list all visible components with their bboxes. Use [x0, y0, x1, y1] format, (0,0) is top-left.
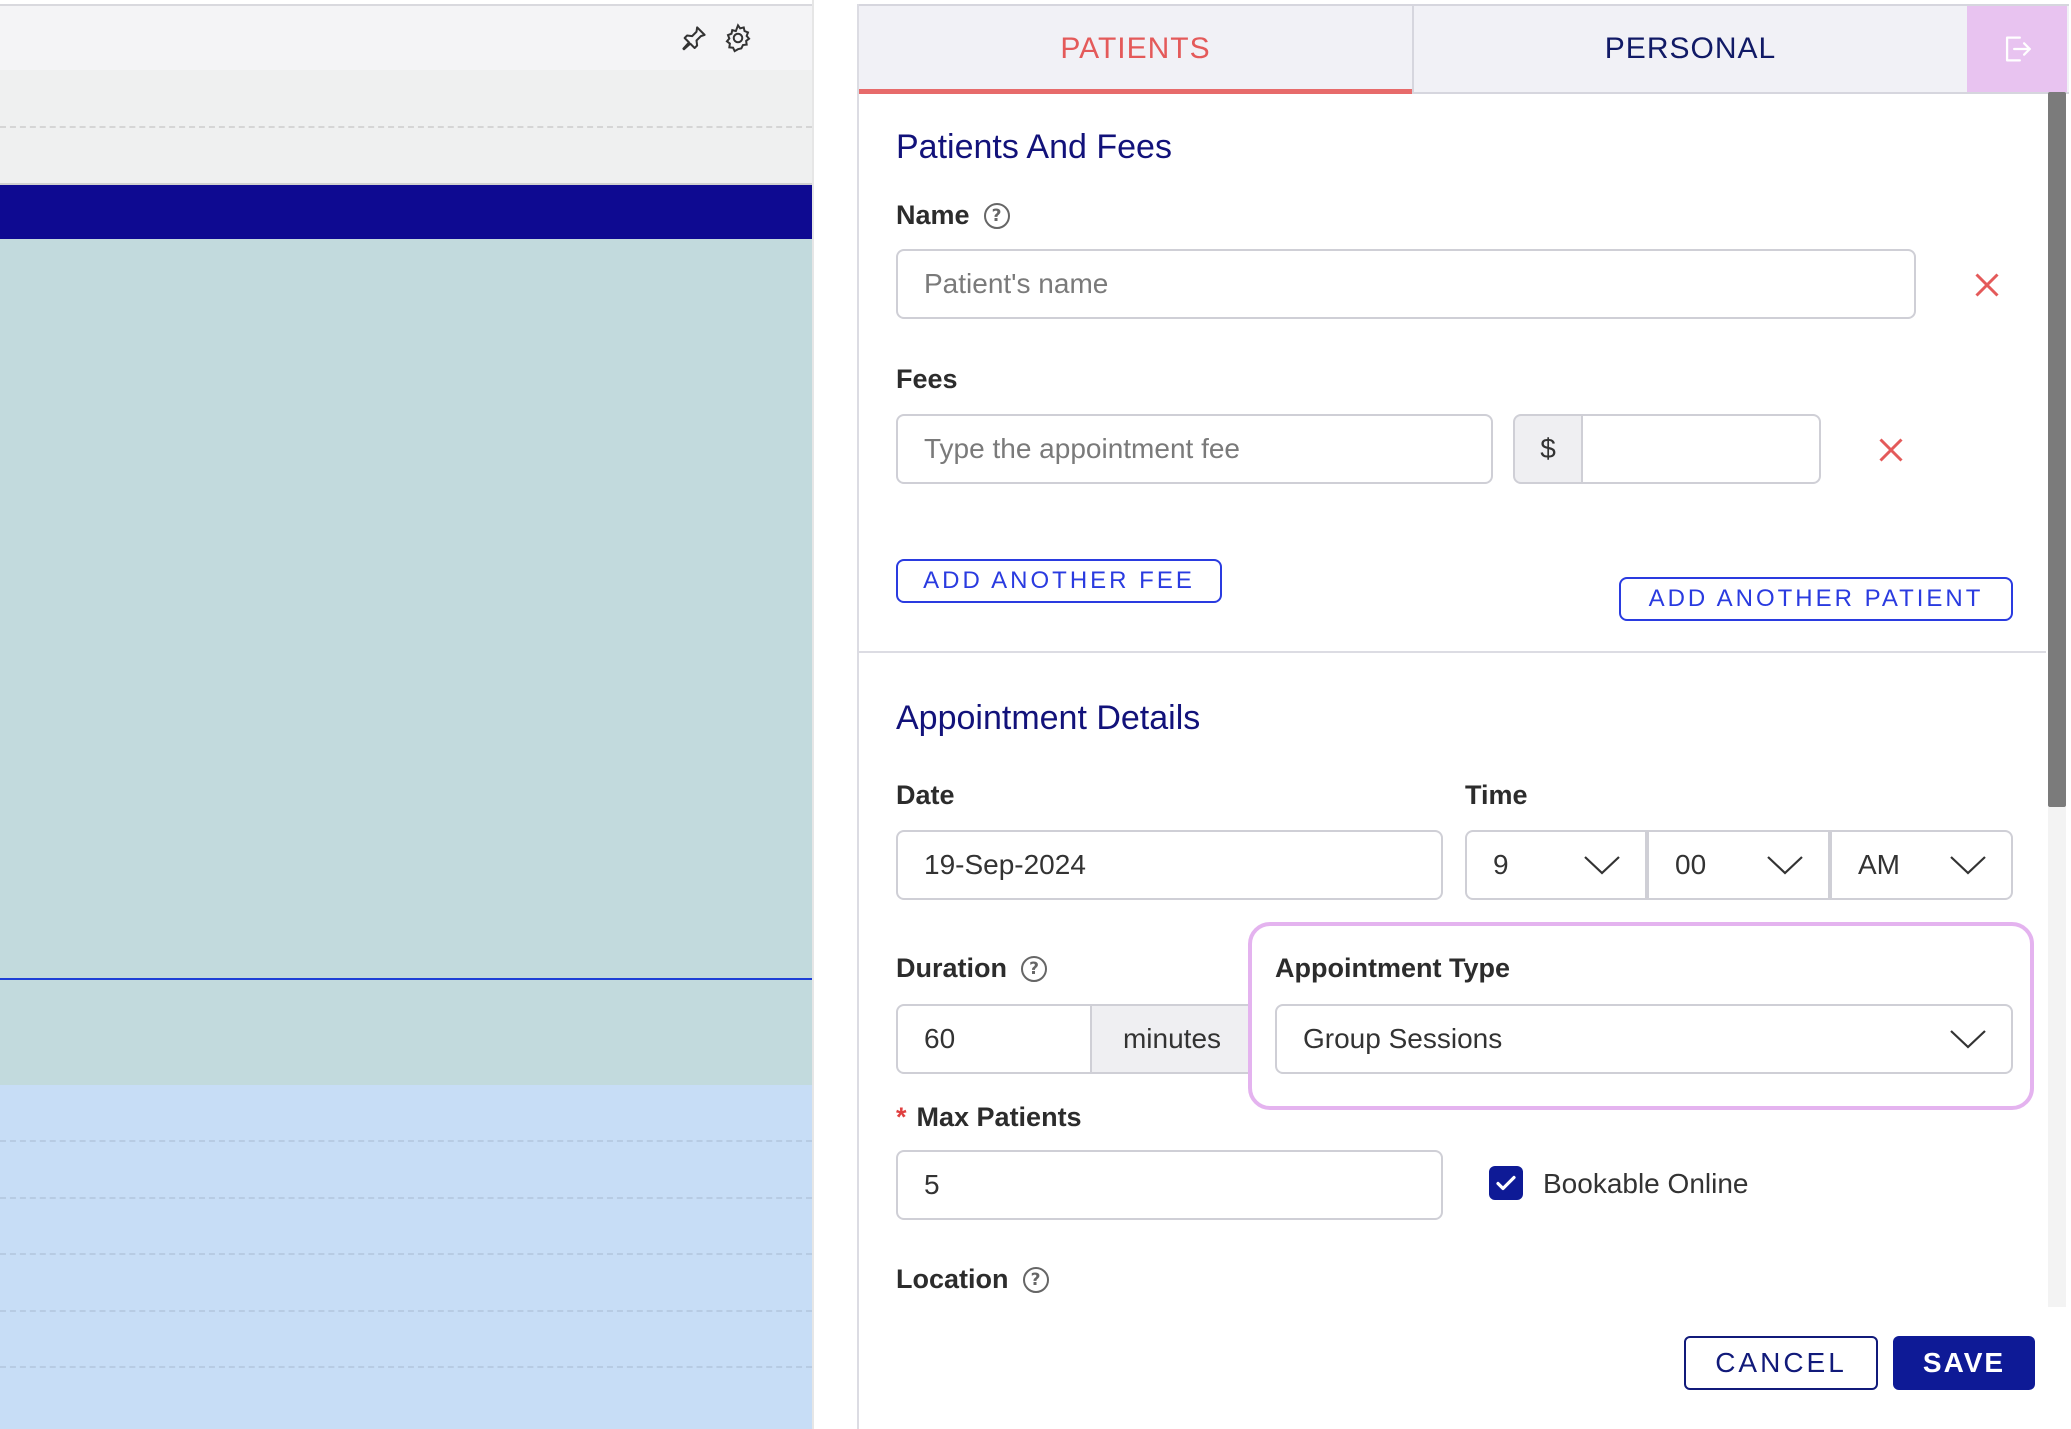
help-circle-icon[interactable]: ? — [983, 202, 1010, 229]
fee-description-input[interactable] — [896, 414, 1493, 484]
appointment-type-select[interactable]: Group Sessions — [1275, 1004, 2013, 1074]
chevron-down-icon — [1767, 856, 1803, 875]
duration-unit-addon: minutes — [1090, 1004, 1252, 1074]
pin-icon[interactable] — [676, 20, 712, 56]
close-icon[interactable] — [1969, 267, 2005, 303]
appointment-panel: PATIENTS PERSONAL Patients And Fees Name… — [857, 4, 2069, 1429]
time-slot-divider — [0, 1310, 812, 1312]
gear-icon[interactable] — [720, 20, 756, 56]
date-label: Date — [896, 780, 955, 810]
minute-value: 00 — [1675, 849, 1707, 880]
calendar-header-row — [0, 128, 812, 185]
tab-patients[interactable]: PATIENTS — [859, 6, 1414, 94]
hour-select[interactable]: 9 — [1465, 830, 1647, 900]
fee-amount-input[interactable] — [1581, 414, 1821, 484]
max-patients-input[interactable] — [896, 1150, 1443, 1220]
appointment-section-title: Appointment Details — [896, 699, 1201, 737]
calendar-busy-block[interactable] — [0, 239, 812, 1085]
appointment-type-label: Appointment Type — [1275, 953, 1510, 983]
duration-input[interactable] — [896, 1004, 1092, 1074]
panel-tabs: PATIENTS PERSONAL — [859, 4, 2069, 94]
patients-section-title: Patients And Fees — [896, 128, 1172, 166]
cancel-button[interactable]: CANCEL — [1684, 1336, 1878, 1390]
bookable-online-checkbox[interactable] — [1489, 1166, 1523, 1200]
calendar-free-block[interactable] — [0, 1085, 812, 1429]
panel-scrollbar-track[interactable] — [2048, 807, 2066, 1307]
hour-value: 9 — [1493, 849, 1509, 880]
appointment-type-value: Group Sessions — [1303, 1023, 1503, 1054]
help-circle-icon[interactable]: ? — [1021, 955, 1047, 982]
close-icon[interactable] — [1873, 432, 1909, 468]
chevron-down-icon — [1950, 856, 1986, 875]
save-button[interactable]: SAVE — [1893, 1336, 2035, 1390]
bookable-online-label[interactable]: Bookable Online — [1543, 1168, 1748, 1200]
fees-label: Fees — [896, 364, 958, 394]
location-label: Location ? — [896, 1264, 1049, 1295]
time-slot-divider — [0, 1253, 812, 1255]
help-circle-icon[interactable]: ? — [1022, 1266, 1049, 1293]
ampm-value: AM — [1858, 849, 1900, 880]
time-slot-divider — [0, 1140, 812, 1142]
time-slot-divider — [0, 1197, 812, 1199]
minute-select[interactable]: 00 — [1647, 830, 1830, 900]
tab-personal[interactable]: PERSONAL — [1414, 6, 1967, 92]
exit-button[interactable] — [1967, 6, 2067, 92]
name-label-text: Name — [896, 200, 970, 230]
add-patient-button[interactable]: ADD ANOTHER PATIENT — [1619, 577, 2013, 621]
location-label-text: Location — [896, 1264, 1009, 1294]
ampm-select[interactable]: AM — [1830, 830, 2013, 900]
duration-label-text: Duration — [896, 953, 1007, 983]
currency-addon: $ — [1513, 414, 1583, 484]
checkmark-icon — [1496, 1175, 1516, 1191]
date-input[interactable] — [896, 830, 1443, 900]
patient-name-input[interactable] — [896, 249, 1916, 319]
time-slot-divider — [0, 1366, 812, 1368]
max-patients-label-text: Max Patients — [916, 1102, 1082, 1132]
section-divider — [859, 651, 2046, 653]
calendar-header-row — [0, 70, 812, 128]
calendar-pane — [0, 0, 814, 1429]
chevron-down-icon — [1950, 1030, 1986, 1049]
current-time-line — [0, 978, 812, 980]
panel-scrollbar-thumb[interactable] — [2048, 92, 2066, 807]
name-label: Name ? — [896, 200, 1010, 231]
max-patients-label: * Max Patients — [896, 1102, 1082, 1133]
calendar-date-band — [0, 185, 812, 239]
duration-label: Duration ? — [896, 953, 1047, 984]
chevron-down-icon — [1584, 856, 1620, 875]
time-label: Time — [1465, 780, 1528, 810]
required-asterisk: * — [896, 1102, 907, 1132]
calendar-toolbar — [0, 4, 812, 72]
add-fee-button[interactable]: ADD ANOTHER FEE — [896, 559, 1222, 603]
logout-icon — [2005, 36, 2031, 62]
